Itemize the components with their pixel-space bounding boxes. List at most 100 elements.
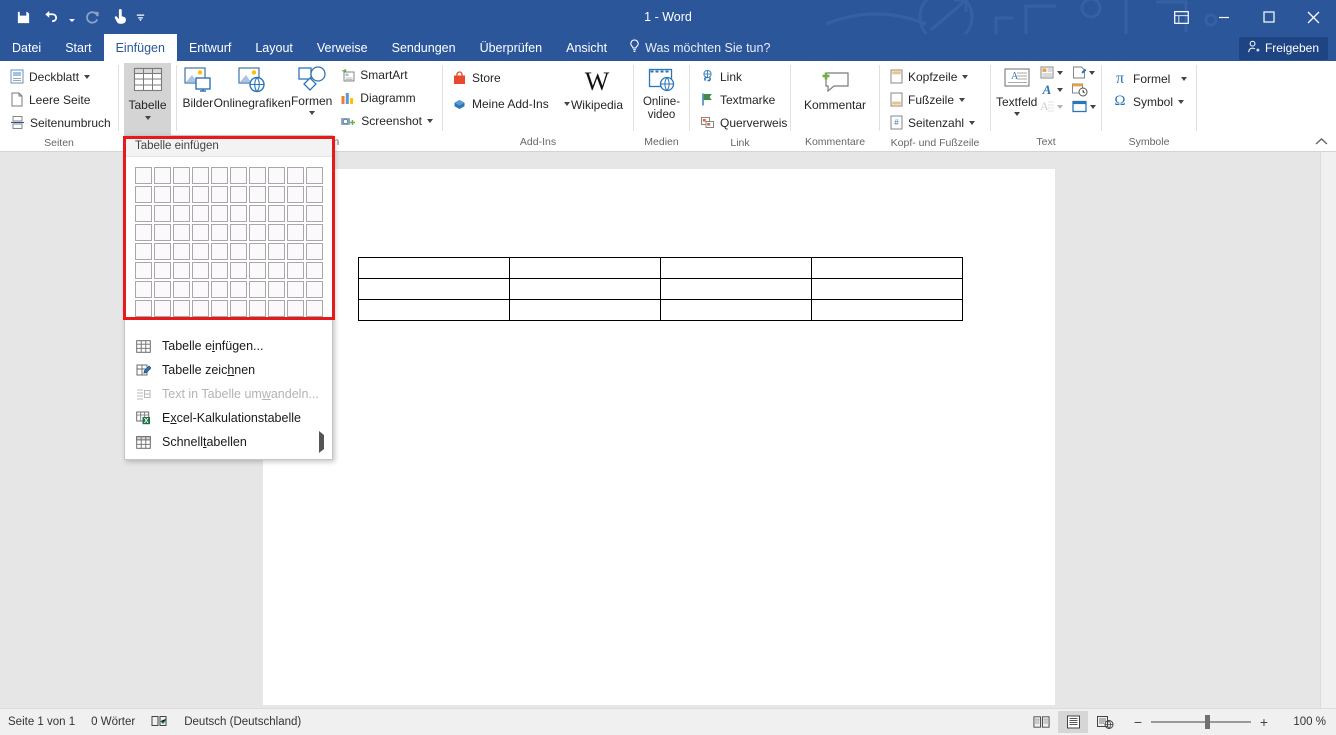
tab-ueberpruefen[interactable]: Überprüfen [468, 34, 555, 61]
grid-cell-7-3[interactable] [173, 281, 190, 298]
grid-cell-1-9[interactable] [287, 167, 304, 184]
status-language[interactable]: Deutsch (Deutschland) [184, 716, 301, 728]
grid-cell-3-7[interactable] [249, 205, 266, 222]
grid-cell-1-7[interactable] [249, 167, 266, 184]
table-cell[interactable] [660, 278, 812, 300]
grid-cell-6-4[interactable] [192, 262, 209, 279]
button-onlinevideo[interactable]: Online-video [639, 64, 684, 122]
print-layout-icon[interactable] [1058, 711, 1088, 733]
button-diagramm[interactable]: Diagramm [336, 86, 437, 109]
button-screenshot[interactable]: Screenshot [336, 109, 437, 132]
grid-cell-1-8[interactable] [268, 167, 285, 184]
zoom-slider-thumb[interactable] [1205, 715, 1210, 729]
tab-sendungen[interactable]: Sendungen [380, 34, 468, 61]
grid-cell-7-8[interactable] [268, 281, 285, 298]
undo-icon[interactable] [38, 4, 64, 30]
tell-me-box[interactable]: Was möchten Sie tun? [619, 34, 780, 61]
ribbon-tab-strip[interactable]: Datei Start Einfügen Entwurf Layout Verw… [0, 34, 1336, 61]
grid-cell-5-8[interactable] [268, 243, 285, 260]
button-meine-addins[interactable]: Meine Add-Ins [448, 91, 570, 117]
object-icon[interactable] [1071, 99, 1088, 114]
button-bilder[interactable]: Bilder [182, 63, 214, 110]
date-time-icon[interactable] [1071, 82, 1088, 97]
table-cell[interactable] [509, 299, 661, 321]
grid-cell-4-2[interactable] [154, 224, 171, 241]
document-table[interactable] [358, 257, 963, 321]
zoom-slider[interactable] [1151, 715, 1251, 729]
grid-cell-4-10[interactable] [306, 224, 323, 241]
button-store[interactable]: Store [448, 65, 566, 91]
tab-einfuegen[interactable]: Einfügen [103, 34, 177, 61]
quick-access-toolbar[interactable] [0, 4, 146, 30]
menu-item-tabelle-einfuegen[interactable]: Tabelle einfügen... [125, 334, 332, 358]
grid-cell-3-9[interactable] [287, 205, 304, 222]
grid-cell-8-10[interactable] [306, 300, 323, 317]
button-querverweis[interactable]: Querverweis [696, 111, 791, 134]
grid-cell-1-5[interactable] [211, 167, 228, 184]
grid-cell-3-8[interactable] [268, 205, 285, 222]
grid-cell-8-9[interactable] [287, 300, 304, 317]
table-cell[interactable] [660, 257, 812, 279]
grid-cell-1-2[interactable] [154, 167, 171, 184]
grid-cell-8-7[interactable] [249, 300, 266, 317]
grid-cell-4-1[interactable] [135, 224, 152, 241]
grid-cell-6-8[interactable] [268, 262, 285, 279]
grid-cell-2-9[interactable] [287, 186, 304, 203]
status-page[interactable]: Seite 1 von 1 [8, 716, 75, 728]
button-smartart[interactable]: SmartArt [336, 63, 437, 86]
read-mode-icon[interactable] [1026, 711, 1056, 733]
grid-cell-7-5[interactable] [211, 281, 228, 298]
grid-cell-2-1[interactable] [135, 186, 152, 203]
grid-cell-7-1[interactable] [135, 281, 152, 298]
menu-item-excel-kalkulationstabelle[interactable]: X Excel-Kalkulationstabelle [125, 406, 332, 430]
table-cell[interactable] [358, 278, 510, 300]
tab-start[interactable]: Start [53, 34, 103, 61]
button-textfeld[interactable]: A Textfeld [996, 64, 1037, 116]
button-tabelle[interactable]: Tabelle [124, 63, 171, 135]
grid-cell-7-4[interactable] [192, 281, 209, 298]
grid-cell-2-4[interactable] [192, 186, 209, 203]
table-cell[interactable] [811, 278, 963, 300]
grid-cell-8-3[interactable] [173, 300, 190, 317]
wordart-icon[interactable]: A [1039, 82, 1055, 97]
grid-cell-1-6[interactable] [230, 167, 247, 184]
share-button[interactable]: Freigeben [1238, 37, 1328, 60]
insert-table-dropdown[interactable]: Tabelle einfügen Tabelle einfügen... Tab… [124, 135, 333, 460]
table-row[interactable] [358, 299, 963, 321]
zoom-level-label[interactable]: 100 % [1286, 716, 1326, 728]
tab-entwurf[interactable]: Entwurf [177, 34, 243, 61]
grid-cell-4-7[interactable] [249, 224, 266, 241]
grid-cell-5-9[interactable] [287, 243, 304, 260]
undo-dropdown-icon[interactable] [66, 4, 77, 30]
grid-cell-3-3[interactable] [173, 205, 190, 222]
grid-cell-8-4[interactable] [192, 300, 209, 317]
menu-item-tabelle-zeichnen[interactable]: Tabelle zeichnen [125, 358, 332, 382]
grid-cell-3-1[interactable] [135, 205, 152, 222]
status-words[interactable]: 0 Wörter [91, 716, 135, 728]
ribbon-display-options-icon[interactable] [1161, 0, 1201, 34]
button-link[interactable]: Link [696, 65, 746, 88]
grid-cell-6-6[interactable] [230, 262, 247, 279]
table-row[interactable] [358, 257, 963, 279]
grid-cell-6-7[interactable] [249, 262, 266, 279]
grid-cell-6-10[interactable] [306, 262, 323, 279]
grid-cell-8-1[interactable] [135, 300, 152, 317]
button-textmarke[interactable]: Textmarke [696, 88, 779, 111]
grid-cell-4-3[interactable] [173, 224, 190, 241]
grid-cell-3-6[interactable] [230, 205, 247, 222]
grid-cell-7-9[interactable] [287, 281, 304, 298]
button-onlinegrafiken[interactable]: Onlinegrafiken [214, 63, 291, 110]
grid-cell-6-5[interactable] [211, 262, 228, 279]
table-row[interactable] [358, 278, 963, 300]
button-symbol[interactable]: Ω Symbol [1108, 90, 1188, 113]
grid-cell-5-7[interactable] [249, 243, 266, 260]
signature-line-icon[interactable] [1071, 65, 1087, 80]
proofing-errors-icon[interactable] [151, 714, 168, 731]
grid-cell-2-6[interactable] [230, 186, 247, 203]
grid-cell-5-1[interactable] [135, 243, 152, 260]
minimize-icon[interactable] [1201, 0, 1246, 34]
grid-cell-5-2[interactable] [154, 243, 171, 260]
grid-cell-5-6[interactable] [230, 243, 247, 260]
grid-cell-2-8[interactable] [268, 186, 285, 203]
grid-cell-6-3[interactable] [173, 262, 190, 279]
